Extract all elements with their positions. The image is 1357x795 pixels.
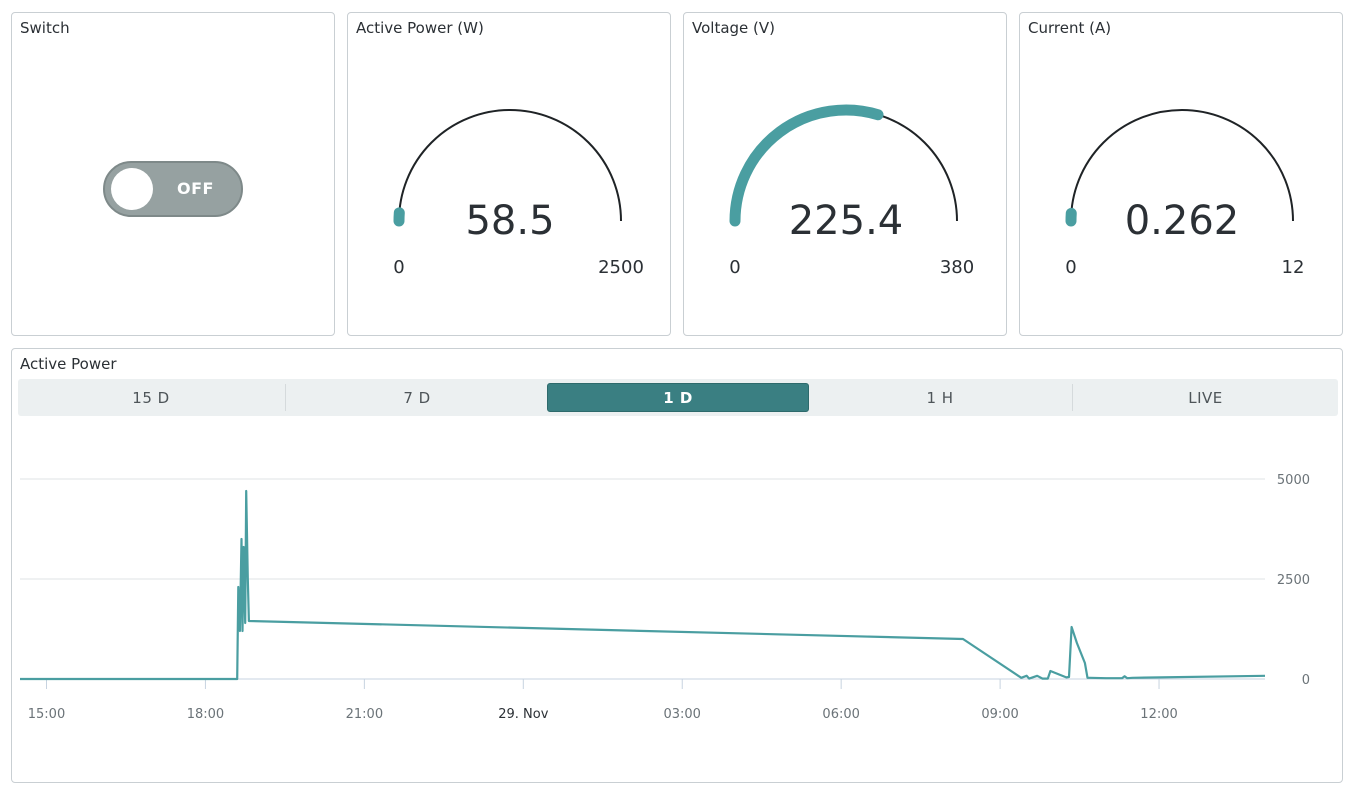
x-tick-label: 09:00 [981,707,1018,722]
active-power-gauge-card: Active Power (W) 58.5 0 2500 [347,12,671,336]
gauge-value: 225.4 [789,198,904,244]
active-power-chart-card: Active Power 15 D 7 D 1 D 1 H LIVE 0 2500… [11,348,1343,783]
active-power-line-chart: 0 2500 5000 15:00 18:00 21:00 29. Nov 03:00 06:0… [20,473,1310,722]
current-gauge: 0.262 0 12 [1065,109,1305,278]
active-power-series-line [20,489,1266,681]
active-power-gauge: 58.5 0 2500 [393,109,644,278]
x-tick-label: 15:00 [28,707,65,722]
gauge-max-label: 380 [940,257,974,278]
y-tick-label: 5000 [1277,473,1310,488]
y-tick-label: 0 [1302,673,1310,688]
x-tick-label: 18:00 [187,707,224,722]
x-tick-label: 12:00 [1140,707,1177,722]
gauge-value: 58.5 [465,198,554,244]
x-tick-label: 21:00 [346,707,383,722]
y-tick-label: 2500 [1277,573,1310,588]
switch-card: Switch OFF [11,12,335,336]
gauge-max-label: 12 [1282,257,1305,278]
gauge-value: 0.262 [1125,198,1240,244]
voltage-gauge: 225.4 0 380 [729,104,974,278]
current-gauge-card: Current (A) 0.262 0 12 [1019,12,1343,336]
gauge-max-label: 2500 [598,257,644,278]
switch-card-title: Switch [20,19,70,37]
gauge-min-label: 0 [393,257,404,278]
x-tick-label: 29. Nov [498,707,548,722]
gauge-min-label: 0 [1065,257,1076,278]
power-switch-toggle[interactable]: OFF [103,161,243,217]
toggle-state-label: OFF [177,179,214,198]
toggle-knob [111,168,153,210]
x-tick-label: 06:00 [822,707,859,722]
gauge-min-label: 0 [729,257,740,278]
voltage-gauge-card: Voltage (V) 225.4 0 380 [683,12,1007,336]
x-tick-label: 03:00 [663,707,700,722]
